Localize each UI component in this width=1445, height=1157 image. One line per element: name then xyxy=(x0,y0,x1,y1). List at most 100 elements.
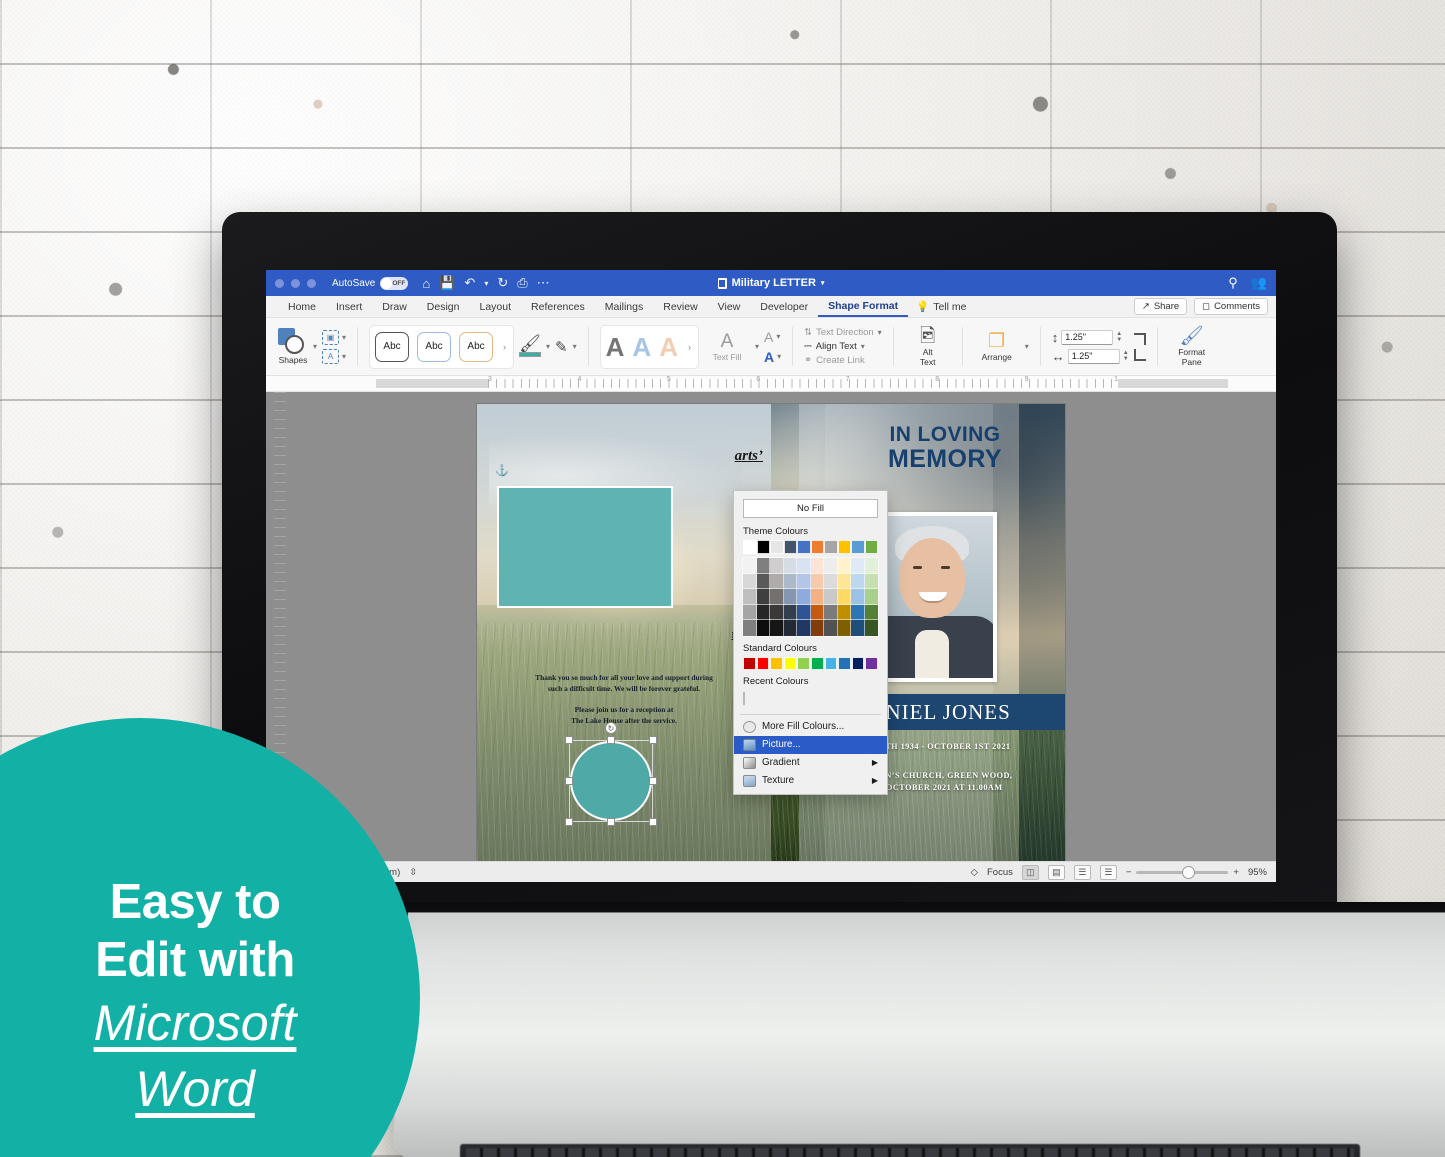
shape-fill-dropdown-icon[interactable]: ▾ xyxy=(546,342,550,351)
undo-icon[interactable]: ↶ xyxy=(464,275,475,291)
text-outline-icon[interactable]: A xyxy=(764,329,773,345)
tab-design[interactable]: Design xyxy=(417,301,470,313)
shape-fill-dropdown-menu[interactable]: No Fill Theme Colours Standard Colours R… xyxy=(733,490,888,795)
theme-shade-swatch[interactable] xyxy=(851,558,865,574)
outline-icon[interactable]: ☰ xyxy=(1074,865,1091,880)
theme-colour-swatch[interactable] xyxy=(784,540,798,554)
theme-shade-swatch[interactable] xyxy=(757,620,771,636)
selection-handle[interactable] xyxy=(565,777,573,785)
print-icon[interactable]: ⎙ xyxy=(517,275,527,291)
print-layout-icon[interactable]: ◫ xyxy=(1022,865,1039,880)
selection-handle[interactable] xyxy=(565,818,573,826)
standard-colour-swatch[interactable] xyxy=(825,657,838,670)
edit-shape-dropdown-icon[interactable]: ▾ xyxy=(342,333,346,342)
theme-shade-swatch[interactable] xyxy=(811,574,825,590)
theme-colour-swatch[interactable] xyxy=(757,540,771,554)
shape-styles-more-icon[interactable]: › xyxy=(501,342,508,352)
redo-icon[interactable]: ↻ xyxy=(497,275,508,291)
focus-icon[interactable]: ◇ xyxy=(971,867,978,878)
text-fill-button[interactable]: A Text Fill xyxy=(704,332,750,362)
theme-colour-swatch[interactable] xyxy=(770,540,784,554)
shape-style-3[interactable]: Abc xyxy=(459,332,493,362)
theme-shade-swatch[interactable] xyxy=(838,558,852,574)
zoom-level-label[interactable]: 95% xyxy=(1248,867,1267,878)
autosave-control[interactable]: AutoSave OFF xyxy=(332,277,408,290)
draft-icon[interactable]: ☰ xyxy=(1100,865,1117,880)
theme-shade-swatch[interactable] xyxy=(743,605,757,621)
theme-shade-swatch[interactable] xyxy=(824,558,838,574)
theme-shade-swatch[interactable] xyxy=(770,620,784,636)
theme-shade-swatch[interactable] xyxy=(757,574,771,590)
theme-shade-swatch[interactable] xyxy=(770,574,784,590)
tab-view[interactable]: View xyxy=(708,301,751,313)
theme-shade-swatch[interactable] xyxy=(811,589,825,605)
theme-shade-swatch[interactable] xyxy=(797,605,811,621)
theme-shade-swatch[interactable] xyxy=(811,605,825,621)
tab-insert[interactable]: Insert xyxy=(326,301,372,313)
tab-layout[interactable]: Layout xyxy=(469,301,521,313)
standard-colours-row[interactable] xyxy=(734,657,887,670)
standard-colour-swatch[interactable] xyxy=(852,657,865,670)
theme-shade-swatch[interactable] xyxy=(851,589,865,605)
theme-colour-swatch[interactable] xyxy=(811,540,825,554)
shape-height-stepper[interactable]: ▲ ▼ xyxy=(1116,331,1122,343)
standard-colour-swatch[interactable] xyxy=(811,657,824,670)
shape-height-input[interactable]: 1.25" xyxy=(1061,330,1113,345)
picture-fill-item[interactable]: Picture... xyxy=(734,736,887,754)
window-controls[interactable] xyxy=(275,279,316,288)
more-icon[interactable]: ⋯ xyxy=(537,275,551,291)
theme-shade-swatch[interactable] xyxy=(865,589,879,605)
theme-shade-swatch[interactable] xyxy=(865,558,879,574)
wordart-gallery[interactable]: A A A › xyxy=(600,325,699,369)
selection-handle[interactable] xyxy=(565,736,573,744)
tab-developer[interactable]: Developer xyxy=(750,301,818,313)
gradient-fill-item[interactable]: Gradient ▶ xyxy=(734,754,887,772)
texture-fill-item[interactable]: Texture ▶ xyxy=(734,772,887,790)
theme-shade-swatch[interactable] xyxy=(811,558,825,574)
title-dropdown-icon[interactable]: ▾ xyxy=(821,279,825,287)
theme-shade-swatch[interactable] xyxy=(784,574,798,590)
text-effects-icon[interactable]: A xyxy=(764,349,774,365)
theme-colour-swatch[interactable] xyxy=(865,540,879,554)
shape-outline-button[interactable]: ✎ xyxy=(555,338,568,356)
oval-shape-fill[interactable] xyxy=(570,741,652,821)
format-pane-button[interactable]: 🖌 Format Pane xyxy=(1169,327,1215,367)
selection-handle[interactable] xyxy=(649,736,657,744)
recent-colours-row[interactable] xyxy=(734,690,887,708)
theme-shade-swatch[interactable] xyxy=(838,574,852,590)
undo-dropdown-icon[interactable]: ▾ xyxy=(484,279,488,288)
document-page[interactable]: ⚓ arts’ m the Thank you so much for all … xyxy=(477,404,1065,861)
no-fill-option[interactable]: No Fill xyxy=(743,499,878,518)
theme-shade-swatch[interactable] xyxy=(784,589,798,605)
search-icon[interactable]: ⚲ xyxy=(1228,275,1238,291)
selected-oval-shape[interactable]: ↻ xyxy=(565,736,657,826)
standard-colour-swatch[interactable] xyxy=(838,657,851,670)
arrange-dropdown-icon[interactable]: ▾ xyxy=(1025,342,1029,351)
standard-colour-swatch[interactable] xyxy=(865,657,878,670)
text-direction-button[interactable]: ⇅ Text Direction ▾ xyxy=(804,327,882,338)
shape-styles-gallery[interactable]: Abc Abc Abc › xyxy=(369,325,514,369)
text-direction-dropdown-icon[interactable]: ▾ xyxy=(878,328,882,337)
close-window-button[interactable] xyxy=(275,279,284,288)
zoom-out-button[interactable]: − xyxy=(1126,867,1132,878)
save-icon[interactable]: 💾 xyxy=(439,275,455,291)
wordart-more-icon[interactable]: › xyxy=(686,342,693,352)
shapes-dropdown-icon[interactable]: ▾ xyxy=(313,342,317,351)
theme-shade-swatch[interactable] xyxy=(784,558,798,574)
standard-colour-swatch[interactable] xyxy=(743,657,756,670)
theme-shade-swatch[interactable] xyxy=(865,620,879,636)
web-layout-icon[interactable]: ▤ xyxy=(1048,865,1065,880)
maximize-window-button[interactable] xyxy=(307,279,316,288)
tab-shape-format[interactable]: Shape Format xyxy=(818,296,908,317)
zoom-slider[interactable]: − + xyxy=(1126,867,1239,878)
theme-shade-swatch[interactable] xyxy=(838,589,852,605)
align-text-dropdown-icon[interactable]: ▾ xyxy=(861,342,865,351)
shape-width-stepper[interactable]: ▲ ▼ xyxy=(1123,350,1129,362)
quick-access-toolbar[interactable]: ⌂ 💾 ↶ ▾ ↻ ⎙ ⋯ xyxy=(422,275,550,291)
autosave-toggle[interactable]: OFF xyxy=(380,277,408,290)
rotate-handle[interactable]: ↻ xyxy=(605,722,617,734)
tab-references[interactable]: References xyxy=(521,301,595,313)
zoom-knob[interactable] xyxy=(1182,866,1195,879)
selection-handle[interactable] xyxy=(607,818,615,826)
minimize-window-button[interactable] xyxy=(291,279,300,288)
